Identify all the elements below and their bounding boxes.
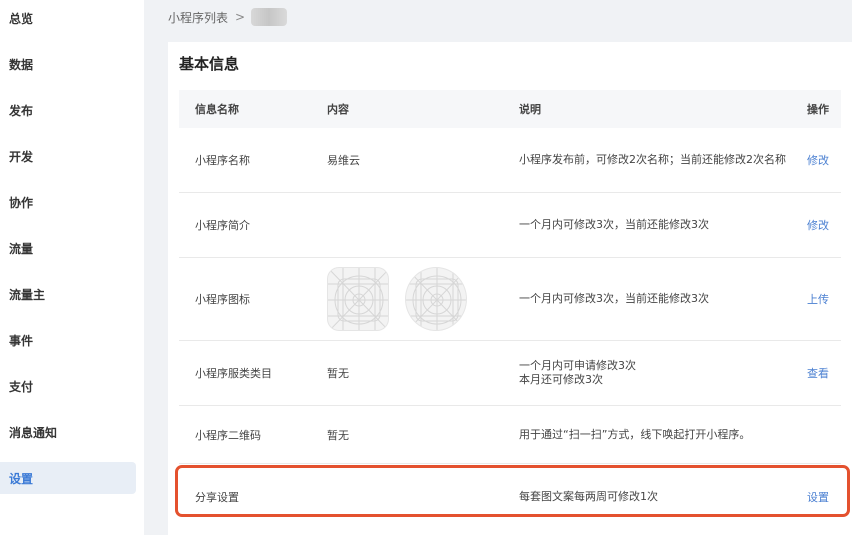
- round-icon-placeholder: [405, 267, 467, 331]
- row-content: 暂无: [327, 428, 349, 442]
- icon-previews: [327, 258, 483, 340]
- table-row: 小程序名称 易维云 小程序发布前，可修改2次名称；当前还能修改2次名称 修改: [179, 128, 841, 193]
- row-description-line: 本月还可修改3次: [519, 373, 603, 386]
- row-description: 一个月内可修改3次，当前还能修改3次: [519, 292, 709, 305]
- upload-icon-link[interactable]: 上传: [807, 258, 829, 340]
- table-header: 信息名称 内容 说明 操作: [179, 90, 841, 128]
- breadcrumb-miniprogram-list[interactable]: 小程序列表: [168, 9, 228, 26]
- header-action: 操作: [807, 103, 829, 116]
- row-description: 一个月内可修改3次，当前还能修改3次: [519, 218, 709, 231]
- sidebar: 总览 数据 发布 开发 协作 流量 流量主 事件 支付 消息通知 设置: [0, 0, 144, 535]
- sidebar-item-events[interactable]: 事件: [0, 324, 136, 356]
- basic-info-table: 信息名称 内容 说明 操作 小程序名称 易维云 小程序发布前，可修改2次名称；当…: [179, 90, 841, 530]
- sidebar-item-publish[interactable]: 发布: [0, 94, 136, 126]
- row-content: 暂无: [327, 367, 349, 380]
- sidebar-item-develop[interactable]: 开发: [0, 140, 136, 172]
- row-description: 一个月内可申请修改3次 本月还可修改3次: [519, 341, 636, 405]
- sidebar-item-settings[interactable]: 设置: [0, 462, 136, 494]
- sidebar-item-notifications[interactable]: 消息通知: [0, 416, 136, 448]
- header-content: 内容: [327, 103, 349, 116]
- square-icon-placeholder: [327, 267, 389, 331]
- header-info-name: 信息名称: [195, 103, 239, 116]
- section-title: 基本信息: [179, 55, 240, 73]
- sidebar-item-collaborate[interactable]: 协作: [0, 186, 136, 218]
- breadcrumb: 小程序列表 >: [168, 6, 288, 28]
- row-name: 分享设置: [195, 491, 239, 504]
- sidebar-item-traffic[interactable]: 流量: [0, 232, 136, 264]
- sidebar-item-payment[interactable]: 支付: [0, 370, 136, 402]
- row-name: 小程序二维码: [195, 428, 261, 442]
- row-name: 小程序名称: [195, 154, 250, 167]
- edit-name-link[interactable]: 修改: [807, 128, 829, 192]
- edit-intro-link[interactable]: 修改: [807, 193, 829, 257]
- breadcrumb-current-masked: [251, 8, 288, 26]
- row-content: 易维云: [327, 154, 360, 167]
- table-row: 小程序图标 一个月内可修改3次，当前还能修改3次 上传: [179, 258, 841, 341]
- table-row: 小程序二维码 暂无 用于通过“扫一扫”方式，线下唤起打开小程序。: [179, 406, 841, 464]
- basic-info-card: 基本信息 信息名称 内容 说明 操作 小程序名称 易维云 小程序发布前，可修改2…: [168, 42, 852, 535]
- view-category-link[interactable]: 查看: [807, 341, 829, 405]
- share-settings-link[interactable]: 设置: [807, 464, 829, 530]
- table-row: 小程序简介 一个月内可修改3次，当前还能修改3次 修改: [179, 193, 841, 258]
- table-row: 小程序服类类目 暂无 一个月内可申请修改3次 本月还可修改3次 查看: [179, 341, 841, 406]
- row-name: 小程序服类类目: [195, 367, 272, 380]
- sidebar-item-traffic-owner[interactable]: 流量主: [0, 278, 136, 310]
- row-name: 小程序简介: [195, 219, 250, 232]
- row-description: 小程序发布前，可修改2次名称；当前还能修改2次名称: [519, 153, 786, 166]
- sidebar-item-data[interactable]: 数据: [0, 48, 136, 80]
- sidebar-item-overview[interactable]: 总览: [0, 2, 136, 34]
- row-description: 每套图文案每两周可修改1次: [519, 490, 658, 503]
- table-row: 分享设置 每套图文案每两周可修改1次 设置: [179, 464, 841, 530]
- row-description: 用于通过“扫一扫”方式，线下唤起打开小程序。: [519, 427, 751, 441]
- header-description: 说明: [519, 103, 541, 116]
- breadcrumb-separator: >: [235, 10, 246, 24]
- row-name: 小程序图标: [195, 293, 250, 306]
- row-description-line: 一个月内可申请修改3次: [519, 359, 636, 372]
